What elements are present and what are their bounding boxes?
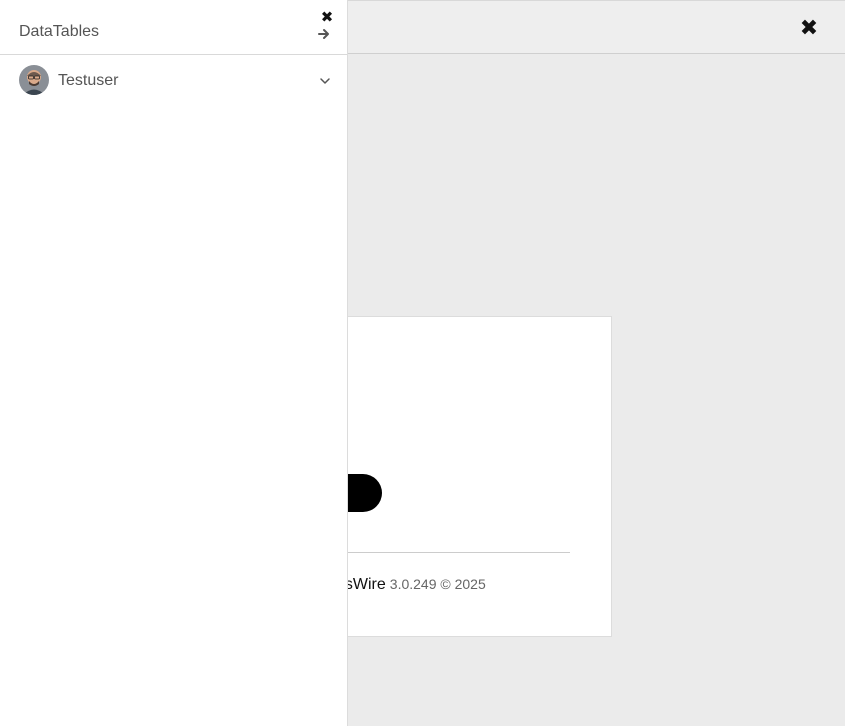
chevron-down-icon[interactable]: [318, 75, 332, 87]
footer-version: 3.0.249 © 2025: [389, 576, 486, 592]
side-panel-title[interactable]: DataTables: [19, 23, 99, 41]
background-close-icon[interactable]: ✖: [798, 16, 820, 40]
user-name: Testuser: [58, 72, 119, 89]
panel-close-icon[interactable]: ✖: [319, 10, 335, 26]
side-panel-header: DataTables ✖: [0, 0, 347, 55]
arrow-right-icon[interactable]: [318, 27, 332, 41]
side-panel: DataTables ✖ Testuser: [0, 0, 348, 726]
background-card-divider: [330, 552, 570, 553]
avatar: [19, 65, 49, 95]
user-menu-item[interactable]: Testuser: [0, 55, 347, 105]
